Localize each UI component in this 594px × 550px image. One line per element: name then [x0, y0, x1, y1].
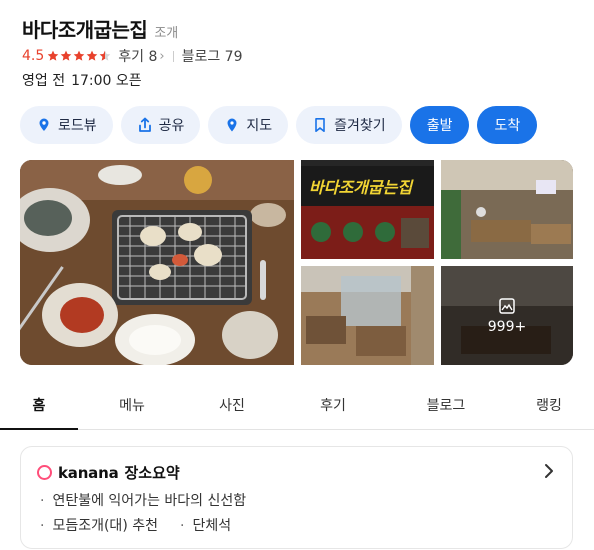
more-photos-count: 999+: [487, 318, 527, 335]
signboard-photo-illustration: 바다조개굽는집: [301, 160, 434, 259]
summary-item-text: 모듬조개(대) 추천: [52, 518, 158, 534]
photo-interior-2[interactable]: [301, 266, 434, 365]
place-title: 바다조개굽는집: [22, 18, 148, 42]
tab-bar: 홈 메뉴 사진 후기 블로그 랭킹: [0, 385, 594, 430]
place-summary-card[interactable]: kanana 장소요약 · 연탄불에 익어가는 바다의 신선함 · 모듬조개(대) …: [20, 446, 573, 549]
map-button[interactable]: 지도: [208, 106, 289, 144]
kanana-brand: kanana: [58, 463, 119, 482]
star-full-icon: [47, 50, 59, 61]
hours-row: 영업 전 17:00 오픈: [22, 70, 142, 90]
depart-label: 출발: [426, 118, 453, 134]
depart-button[interactable]: 출발: [409, 106, 470, 144]
interior-photo-illustration: [441, 160, 573, 259]
arrive-label: 도착: [494, 118, 521, 134]
photo-interior-1[interactable]: [441, 160, 573, 259]
review-link[interactable]: 후기 8: [118, 46, 157, 66]
place-category: 조개: [154, 26, 179, 41]
action-bar: 로드뷰 공유 지도 즐겨찾기 출발 도착: [20, 106, 538, 144]
blog-link[interactable]: 블로그 79: [182, 46, 243, 66]
photo-stack-icon: [499, 297, 515, 314]
rating-row: 4.5 후기 8 › 블로그 79: [22, 46, 243, 66]
photo-signboard[interactable]: 바다조개굽는집: [301, 160, 434, 259]
summary-header: kanana 장소요약: [37, 462, 180, 483]
chevron-right-icon[interactable]: [542, 462, 556, 480]
summary-item: · 연탄불에 익어가는 바다의 신선함: [40, 493, 247, 509]
share-button[interactable]: 공유: [120, 106, 201, 144]
tab-ranking[interactable]: 랭킹: [504, 385, 594, 429]
summary-title: 장소요약: [124, 464, 180, 482]
tab-menu[interactable]: 메뉴: [78, 385, 186, 429]
tab-blog[interactable]: 블로그: [388, 385, 504, 429]
kanana-logo-icon: [37, 465, 52, 480]
photo-main-grill[interactable]: [20, 160, 294, 365]
share-icon: [138, 117, 151, 132]
photo-gallery: 바다조개굽는집 999+: [20, 160, 573, 365]
arrive-button[interactable]: 도착: [477, 106, 538, 144]
roadview-button[interactable]: 로드뷰: [20, 106, 113, 144]
bookmark-label: 즐겨찾기: [334, 118, 386, 134]
summary-item: · 모듬조개(대) 추천 · 단체석: [40, 518, 232, 534]
title-row: 바다조개굽는집 조개: [22, 14, 178, 43]
star-full-icon: [60, 50, 72, 61]
open-time: 17:00 오픈: [71, 73, 142, 89]
star-half-icon: [99, 50, 111, 61]
more-photos-overlay: 999+: [441, 266, 573, 365]
bookmark-button[interactable]: 즐겨찾기: [296, 106, 402, 144]
star-full-icon: [73, 50, 85, 61]
roadview-icon: [39, 118, 49, 131]
open-status: 영업 전: [22, 73, 66, 89]
tab-home[interactable]: 홈: [0, 385, 78, 430]
map-label: 지도: [246, 118, 273, 134]
summary-item-text: 연탄불에 익어가는 바다의 신선함: [52, 493, 247, 509]
roadview-label: 로드뷰: [58, 118, 97, 134]
grill-photo-illustration: [20, 160, 294, 365]
svg-text:바다조개굽는집: 바다조개굽는집: [309, 178, 414, 197]
share-label: 공유: [158, 118, 185, 134]
rating-stars: [47, 50, 112, 62]
tab-reviews[interactable]: 후기: [278, 385, 388, 429]
map-pin-icon: [227, 118, 237, 132]
star-full-icon: [86, 50, 98, 61]
summary-item-text: 단체석: [192, 518, 232, 534]
photo-more[interactable]: 999+: [441, 266, 573, 365]
rating-score: 4.5: [22, 48, 45, 64]
interior-photo-illustration: [301, 266, 434, 365]
tab-photos[interactable]: 사진: [186, 385, 278, 429]
bookmark-icon: [315, 118, 325, 132]
divider: [172, 50, 174, 62]
chevron-right-icon: ›: [159, 48, 165, 64]
